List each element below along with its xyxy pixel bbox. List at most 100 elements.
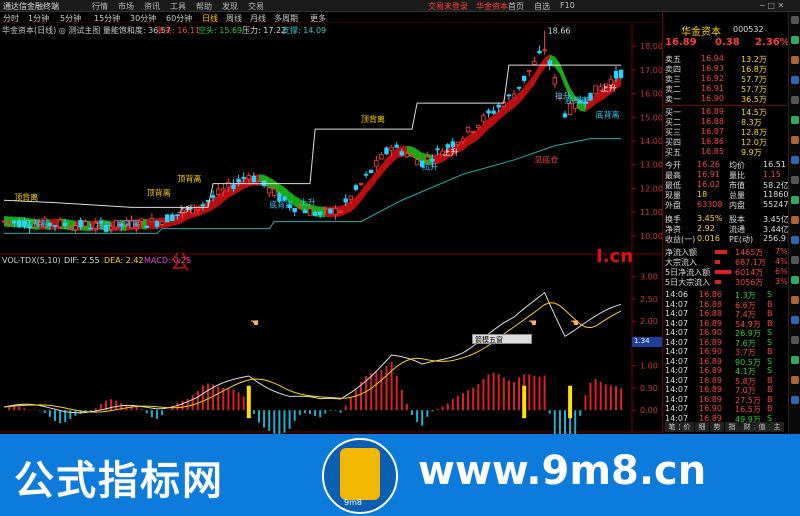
right-toolbar[interactable] (788, 12, 800, 434)
stat-value: 63308 (697, 200, 723, 209)
candle-body (496, 104, 501, 108)
tab-monthly[interactable]: 月线 (250, 13, 266, 24)
candle-body (588, 92, 593, 101)
toolbar-tool-icon[interactable] (791, 396, 799, 404)
tick-row: 14:07 16.89 90.5万 S (663, 357, 789, 367)
panel-tab[interactable]: 值 (755, 422, 769, 432)
stat-value: 3.45% (697, 214, 723, 223)
indicator-popup[interactable]: 箭模五窗 (472, 334, 532, 344)
stock-name-alert[interactable]: 华金资本 (476, 1, 508, 12)
tab-more[interactable]: 更多 (310, 13, 326, 24)
tick-time: 14:07 (665, 309, 689, 318)
menu-item-gongju[interactable]: 工具 (170, 1, 186, 12)
bid-price: 16.85 (701, 147, 724, 156)
menu-f10[interactable]: F10 (560, 1, 575, 10)
toolbar-tool-icon[interactable] (791, 16, 799, 24)
stat-value: 1.15 (763, 170, 781, 179)
candle-body (297, 207, 302, 210)
panel-tab[interactable]: 势 (710, 422, 724, 432)
menu-item-bangzhu[interactable]: 帮助 (196, 1, 212, 12)
chart-marker-label: 顶背离 (177, 173, 201, 183)
toolbar-tool-icon[interactable] (791, 256, 799, 264)
tick-time: 14:07 (665, 394, 689, 404)
candle-body (486, 110, 491, 114)
tab-daily[interactable]: 日线 (202, 13, 218, 24)
toolbar-tool-icon[interactable] (791, 196, 799, 204)
toolbar-tool-icon[interactable] (791, 216, 799, 224)
panel-tab[interactable]: 细 (695, 422, 709, 432)
menu-item-jiaoyi[interactable]: 交易 (248, 1, 264, 12)
toolbar-tool-icon[interactable] (791, 36, 799, 44)
pressure-value: 压力: 17.22 (242, 26, 287, 35)
toolbar-tool-icon[interactable] (791, 236, 799, 244)
duo-value: 多头: 16.11 (156, 26, 201, 35)
toolbar-tool-icon[interactable] (791, 76, 799, 84)
toolbar-tool-icon[interactable] (791, 56, 799, 64)
tab-5min[interactable]: 5分钟 (60, 13, 81, 24)
stat-value: 55247 (763, 200, 789, 209)
candle-body (409, 154, 415, 157)
signal-bar (568, 385, 573, 419)
panel-tab[interactable]: 指 (725, 422, 739, 432)
menu-item-shichang[interactable]: 市场 (118, 1, 134, 12)
menu-favorites[interactable]: 自选 (534, 1, 550, 12)
tick-price: 16.89 (699, 375, 722, 385)
tick-side: S (767, 337, 773, 347)
chart-marker-label: 拉升 (555, 90, 571, 100)
tab-1min[interactable]: 1分钟 (28, 13, 49, 24)
toolbar-tool-icon[interactable] (791, 136, 799, 144)
stock-code: 000532 (733, 25, 764, 34)
tab-15min[interactable]: 15分钟 (94, 13, 120, 24)
panel-tab[interactable]: 财 (740, 422, 754, 432)
tick-side: B (767, 299, 773, 309)
candle-body (139, 218, 144, 222)
toolbar-tool-icon[interactable] (791, 96, 799, 104)
price-change-pct: 2.36% (755, 37, 790, 48)
main-chart-title: 华金资本(日线) ◎ 测试主图 量能饱和度: 36.57 (2, 26, 171, 35)
trade-login-alert[interactable]: 交易未登录 (428, 1, 468, 12)
window-controls-icon[interactable]: ─ □ ✕ (760, 1, 784, 10)
panel-tab[interactable]: 价 (680, 422, 694, 432)
tab-60min[interactable]: 60分钟 (166, 13, 192, 24)
candle-body (476, 124, 481, 128)
tick-row: 14:07 16.89 5.8万 B (663, 376, 789, 386)
candle-body (221, 188, 226, 192)
stat-row: 外盘 63308 内盘 55247 (663, 200, 789, 210)
menu-item-faxian[interactable]: 发现 (222, 1, 238, 12)
toolbar-tool-icon[interactable] (791, 296, 799, 304)
toolbar-tool-icon[interactable] (791, 276, 799, 284)
candle-body (389, 146, 394, 151)
bid-row: 买一 16.89 14.5万 (663, 107, 789, 117)
tick-side: B (767, 404, 773, 413)
toolbar-tool-icon[interactable] (791, 356, 799, 364)
quote-header: 华金资本 000532 (663, 23, 789, 38)
tab-weekly[interactable]: 周线 (226, 13, 242, 24)
panel-tab[interactable]: 笔 (665, 422, 679, 432)
chart-area[interactable]: 顶背离 顶背离 顶背离 顶背离 底背离 底背离 底背离 底背离 底背离 拉升 拉升 拉升 上升 上升 上升见… (0, 24, 663, 489)
tab-fenshi[interactable]: 分时 (3, 13, 19, 24)
stat-row: 收益(一) 0.016 PE(动) 256.9 (663, 234, 789, 244)
tick-price: 16.89 (699, 337, 722, 347)
candle-body (491, 110, 496, 114)
dea-value: DEA: 2.42 (104, 256, 144, 265)
candle-body (562, 113, 568, 118)
toolbar-tool-icon[interactable] (791, 376, 799, 384)
toolbar-tool-icon[interactable] (791, 116, 799, 124)
candle-body (63, 222, 68, 226)
candle-body (236, 178, 241, 183)
menu-item-hangqing[interactable]: 行情 (92, 1, 108, 12)
toolbar-tool-icon[interactable] (791, 176, 799, 184)
bid-row: 买五 16.85 9.9万 (663, 147, 789, 157)
toolbar-tool-icon[interactable] (791, 156, 799, 164)
toolbar-tool-icon[interactable] (791, 336, 799, 344)
candle-body (73, 225, 78, 231)
toolbar-tool-icon[interactable] (791, 316, 799, 324)
tab-30min[interactable]: 30分钟 (130, 13, 156, 24)
tab-multi-period[interactable]: 多周期 (274, 13, 298, 24)
flow-row: 5日大宗流入 3056万 3% (663, 277, 789, 287)
kline-chart[interactable]: 顶背离顶背离顶背离顶背离底背离 底背离底背离底背离底背离拉升拉升拉升上升上升上升见… (0, 24, 663, 489)
candle-body (292, 207, 297, 212)
panel-tab[interactable]: 主 (770, 422, 784, 432)
menu-item-zixun[interactable]: 资讯 (144, 1, 160, 12)
menu-home[interactable]: 首页 (508, 1, 524, 12)
